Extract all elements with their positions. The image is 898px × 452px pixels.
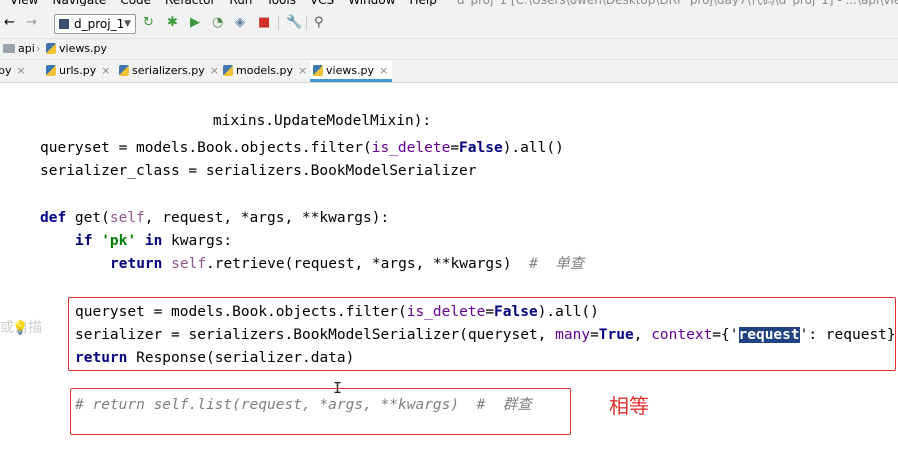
close-icon[interactable]: × [210, 64, 219, 77]
code-comment: # 单查 [529, 256, 585, 272]
toolbar-separator [278, 16, 279, 30]
code-line: return Response(serializer.data) [75, 348, 354, 368]
code-line: queryset = models.Book.objects.filter(is… [75, 302, 599, 322]
tab-serializers[interactable]: serializers.py × [119, 60, 219, 82]
folder-icon [3, 44, 15, 53]
wrench-icon[interactable]: 🔧 [286, 16, 302, 30]
code-line: queryset = models.Book.objects.filter(is… [40, 138, 564, 158]
keyword: False [459, 140, 503, 156]
code-text: , [633, 327, 652, 343]
python-file-icon [223, 65, 233, 76]
annotation-label: 相等 [609, 394, 649, 418]
code-text: = [485, 304, 495, 320]
chevron-right-icon: › [36, 42, 41, 55]
python-file-icon [313, 65, 323, 76]
self-keyword: self [171, 256, 207, 272]
refresh-icon[interactable]: ↻ [143, 16, 154, 30]
tab-label: py [0, 64, 12, 77]
breadcrumb: api › views.py [0, 39, 898, 60]
tab-label: views.py [326, 64, 375, 77]
run-config-label: d_proj_1 [74, 17, 125, 31]
close-icon[interactable]: × [379, 64, 388, 77]
code-text: mixins.UpdateModelMixin): [212, 113, 432, 129]
run-config-select[interactable]: d_proj_1 ▼ [54, 14, 136, 34]
self-keyword: self [109, 210, 145, 226]
keyword: if [75, 233, 93, 249]
code-text: ': request}) [799, 327, 898, 343]
lightbulb-icon[interactable]: 💡 [12, 321, 28, 336]
named-arg: context [651, 327, 713, 343]
close-icon[interactable]: × [101, 64, 110, 77]
named-arg: is_delete [406, 304, 486, 320]
code-text: serializer_class = serializers.BookModel… [40, 163, 477, 179]
tab-partial[interactable]: py × [0, 60, 26, 82]
run-coverage-icon[interactable]: ▶ [190, 16, 200, 30]
code-comment: # return self.list(request, *args, **kwa… [75, 397, 532, 413]
chevron-down-icon: ▼ [124, 19, 131, 29]
concurrency-icon[interactable]: ◈ [235, 16, 245, 30]
tab-models[interactable]: models.py × [223, 60, 307, 82]
profile-icon[interactable]: ◔ [212, 16, 223, 30]
code-line: if 'pk' in kwargs: [75, 231, 232, 251]
toolbar-separator [306, 16, 307, 30]
code-text: kwargs: [162, 233, 233, 249]
keyword: in [144, 233, 163, 249]
code-text: , request, *args, **kwargs): [144, 210, 390, 226]
toolbar: ← → d_proj_1 ▼ ↻ ✱ ▶ ◔ ◈ ■ 🔧 ⚲ [0, 6, 898, 39]
tab-views[interactable]: views.py × [310, 60, 393, 82]
named-arg: is_delete [371, 140, 451, 156]
breadcrumb-folder[interactable]: api [3, 39, 35, 59]
code-text: ).all() [537, 304, 599, 320]
editor-tabs: py × urls.py × serializers.py × models.py × … [0, 60, 898, 83]
code-text: .retrieve(request, *args, **kwargs) [206, 256, 512, 272]
breadcrumb-file[interactable]: views.py [46, 39, 107, 59]
code-text: queryset = models.Book.objects.filter( [40, 140, 372, 156]
stop-icon[interactable]: ■ [258, 16, 270, 30]
code-editor[interactable]: mixins.UpdateModelMixin): queryset = mod… [0, 83, 898, 452]
code-text: ).all() [502, 140, 564, 156]
close-icon[interactable]: × [298, 64, 307, 77]
code-line: serializer_class = serializers.BookModel… [40, 161, 477, 181]
keyword: return [75, 350, 128, 366]
python-file-icon [46, 43, 56, 54]
breadcrumb-file-label: views.py [59, 42, 108, 55]
search-icon[interactable]: ⚲ [314, 16, 324, 30]
code-text: = [590, 327, 599, 343]
python-file-icon [119, 65, 129, 76]
code-text: queryset = models.Book.objects.filter( [75, 304, 407, 320]
keyword: True [598, 327, 634, 343]
string-literal: 'pk' [101, 233, 137, 249]
code-text: = [450, 140, 460, 156]
forward-icon[interactable]: → [26, 16, 37, 30]
keyword: def [40, 210, 67, 226]
tab-label: models.py [236, 64, 293, 77]
breadcrumb-folder-label: api [18, 42, 35, 55]
tab-urls[interactable]: urls.py × [46, 60, 111, 82]
code-text: get( [66, 210, 110, 226]
code-line: # return self.list(request, *args, **kwa… [75, 395, 532, 415]
bug-icon[interactable]: ✱ [167, 16, 178, 30]
code-text: ={' [712, 327, 739, 343]
tab-label: serializers.py [132, 64, 205, 77]
code-text: serializer = serializers.BookModelSerial… [75, 327, 556, 343]
keyword: False [494, 304, 538, 320]
code-line: return self.retrieve(request, *args, **k… [110, 254, 584, 274]
tab-label: urls.py [59, 64, 97, 77]
selected-text[interactable]: request [738, 327, 800, 343]
named-arg: many [555, 327, 591, 343]
code-text: Response(serializer.data) [127, 350, 355, 366]
django-icon [59, 19, 69, 29]
keyword: return [110, 256, 163, 272]
code-line: def get(self, request, *args, **kwargs): [40, 208, 389, 228]
code-line: serializer = serializers.BookModelSerial… [75, 325, 898, 345]
python-file-icon [46, 65, 56, 76]
back-icon[interactable]: ← [4, 16, 15, 30]
close-icon[interactable]: × [17, 64, 26, 77]
